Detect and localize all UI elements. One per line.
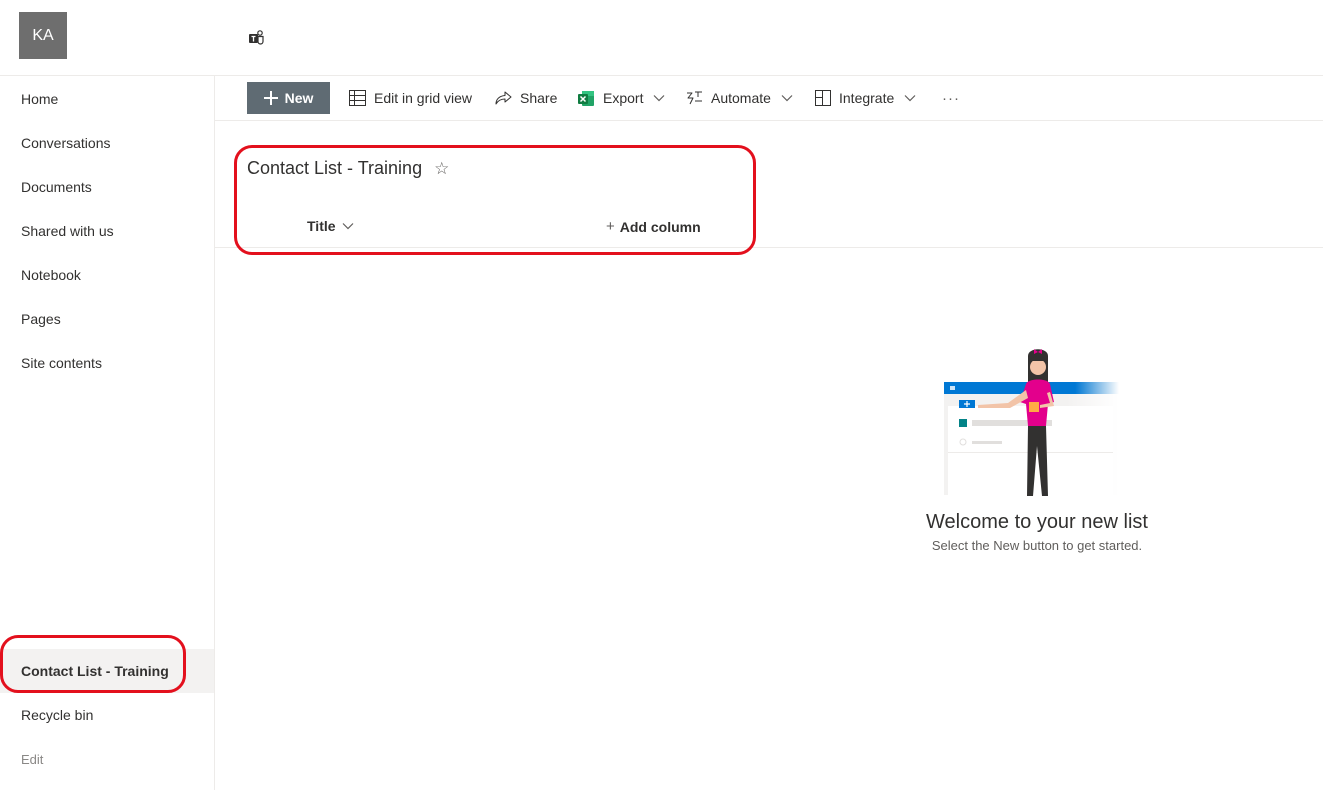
nav-item-label: Site contents xyxy=(21,355,102,371)
grid-icon xyxy=(349,90,366,106)
export-button[interactable]: Export xyxy=(578,82,665,114)
nav-item-label: Recycle bin xyxy=(21,707,94,723)
empty-state-subtitle: Select the New button to get started. xyxy=(931,538,1143,553)
list-title-text: Contact List - Training xyxy=(247,158,423,178)
list-title: Contact List - Training ☆ xyxy=(247,158,449,179)
new-button-label: New xyxy=(284,90,314,106)
nav-item-contact-list-training[interactable]: Contact List - Training xyxy=(0,649,214,693)
nav-item-site-contents[interactable]: Site contents xyxy=(0,341,214,385)
nav-item-label: Conversations xyxy=(21,135,111,151)
teams-icon[interactable] xyxy=(247,29,265,47)
excel-icon xyxy=(578,90,594,106)
nav-item-label: Contact List - Training xyxy=(21,663,169,679)
add-column-button[interactable]: + Add column xyxy=(606,218,701,235)
nav-edit-link[interactable]: Edit xyxy=(0,737,214,781)
integrate-button[interactable]: Integrate xyxy=(815,82,916,114)
export-label: Export xyxy=(603,90,644,106)
nav-item-home[interactable]: Home xyxy=(0,77,214,121)
edit-grid-view-label: Edit in grid view xyxy=(374,90,473,106)
nav-edit-label: Edit xyxy=(21,751,44,767)
empty-state-title: Welcome to your new list xyxy=(926,511,1148,533)
nav-item-shared-with-us[interactable]: Shared with us xyxy=(0,209,214,253)
nav-item-documents[interactable]: Documents xyxy=(0,165,214,209)
nav-item-label: Home xyxy=(21,91,59,107)
nav-item-pages[interactable]: Pages xyxy=(0,297,214,341)
nav-item-label: Shared with us xyxy=(21,223,114,239)
chevron-down-icon xyxy=(904,95,916,102)
nav-item-label: Notebook xyxy=(21,267,81,283)
share-label: Share xyxy=(520,90,558,106)
nav-item-label: Pages xyxy=(21,311,61,327)
new-button[interactable]: New xyxy=(247,82,330,114)
list-header-row: Title + Add column xyxy=(215,205,1323,248)
column-header-title[interactable]: Title xyxy=(307,218,354,234)
nav-item-label: Documents xyxy=(21,179,92,195)
automate-button[interactable]: Automate xyxy=(686,82,793,114)
nav-item-recycle-bin[interactable]: Recycle bin xyxy=(0,693,214,737)
edit-grid-view-button[interactable]: Edit in grid view xyxy=(349,82,472,114)
plus-icon: + xyxy=(606,218,615,235)
empty-list-illustration xyxy=(944,349,1119,496)
favorite-star-icon[interactable]: ☆ xyxy=(434,159,449,179)
plus-icon xyxy=(263,91,278,105)
more-options-button[interactable]: ··· xyxy=(942,82,960,114)
chevron-down-icon xyxy=(342,223,353,230)
chevron-down-icon xyxy=(654,95,665,102)
left-nav: Home Conversations Documents Shared with… xyxy=(0,76,215,790)
share-icon xyxy=(495,91,512,104)
nav-item-conversations[interactable]: Conversations xyxy=(0,121,214,165)
site-header: KA xyxy=(0,0,1323,76)
ellipsis-icon: ··· xyxy=(942,89,960,107)
site-logo[interactable]: KA xyxy=(19,12,67,59)
column-header-label: Title xyxy=(307,218,336,234)
add-column-label: Add column xyxy=(619,218,701,235)
nav-item-notebook[interactable]: Notebook xyxy=(0,253,214,297)
automate-label: Automate xyxy=(711,90,771,106)
integrate-icon xyxy=(815,90,831,106)
chevron-down-icon xyxy=(781,95,793,102)
command-bar: New Edit in grid view Share Export Autom… xyxy=(215,76,1323,121)
share-button[interactable]: Share xyxy=(495,82,557,114)
integrate-label: Integrate xyxy=(839,90,895,106)
automate-icon xyxy=(687,91,702,105)
